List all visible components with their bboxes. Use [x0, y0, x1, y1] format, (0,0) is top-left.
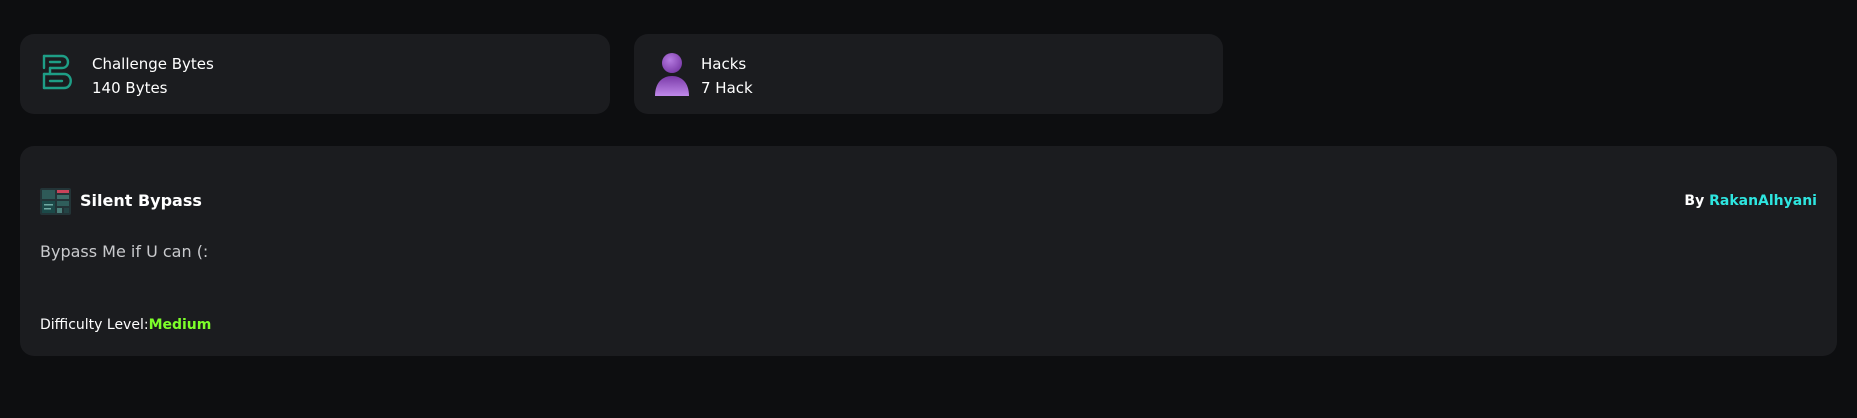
user-icon — [651, 52, 693, 96]
challenge-thumbnail-icon — [40, 188, 71, 215]
challenge-card: Silent Bypass By RakanAlhyani Bypass Me … — [20, 146, 1837, 356]
hacks-label: Hacks — [701, 55, 747, 73]
challenge-bytes-card: Challenge Bytes 140 Bytes — [20, 34, 610, 114]
hacks-card: Hacks 7 Hack — [634, 34, 1223, 114]
author-link[interactable]: RakanAlhyani — [1709, 193, 1817, 209]
difficulty-label: Difficulty Level: — [40, 317, 149, 333]
difficulty-level: Difficulty Level:Medium — [40, 314, 211, 336]
challenge-title: Silent Bypass — [80, 191, 202, 210]
hacks-value: 7 Hack — [701, 79, 753, 97]
author-prefix: By — [1684, 193, 1710, 209]
challenge-bytes-value: 140 Bytes — [92, 79, 168, 97]
difficulty-value: Medium — [148, 317, 212, 333]
challenge-author: By RakanAlhyani — [1684, 189, 1817, 213]
hacks-text: Hacks 7 Hack — [701, 52, 753, 100]
challenge-bytes-text: Challenge Bytes 140 Bytes — [92, 52, 214, 100]
challenge-description: Bypass Me if U can (: — [40, 242, 209, 261]
challenge-bytes-label: Challenge Bytes — [92, 55, 214, 73]
bytes-logo-icon — [40, 52, 82, 96]
